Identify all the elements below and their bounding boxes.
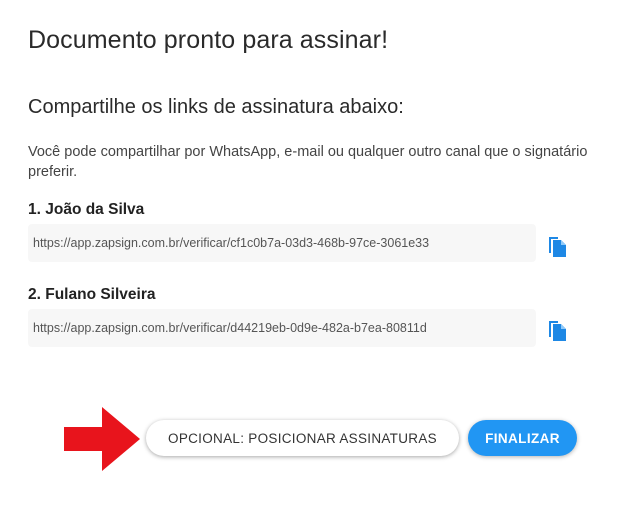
finalize-button[interactable]: FINALIZAR [468, 420, 577, 456]
signer-link-field[interactable]: https://app.zapsign.com.br/verificar/cf1… [28, 224, 536, 262]
copy-link-button[interactable] [544, 232, 570, 258]
share-description: Você pode compartilhar por WhatsApp, e-m… [28, 144, 588, 180]
position-signatures-button[interactable]: OPCIONAL: POSICIONAR ASSINATURAS [146, 420, 459, 456]
signer-name: 1. João da Silva [28, 201, 145, 218]
share-heading: Compartilhe os links de assinatura abaix… [28, 96, 404, 118]
copy-link-button[interactable] [544, 316, 570, 342]
copy-icon [549, 237, 566, 257]
signature-ready-page: Documento pronto para assinar! Compartil… [0, 0, 626, 527]
signer-link-field[interactable]: https://app.zapsign.com.br/verificar/d44… [28, 309, 536, 347]
page-title: Documento pronto para assinar! [28, 26, 389, 54]
signer-name: 2. Fulano Silveira [28, 286, 156, 303]
red-arrow-icon [64, 407, 140, 471]
copy-icon [549, 321, 566, 341]
